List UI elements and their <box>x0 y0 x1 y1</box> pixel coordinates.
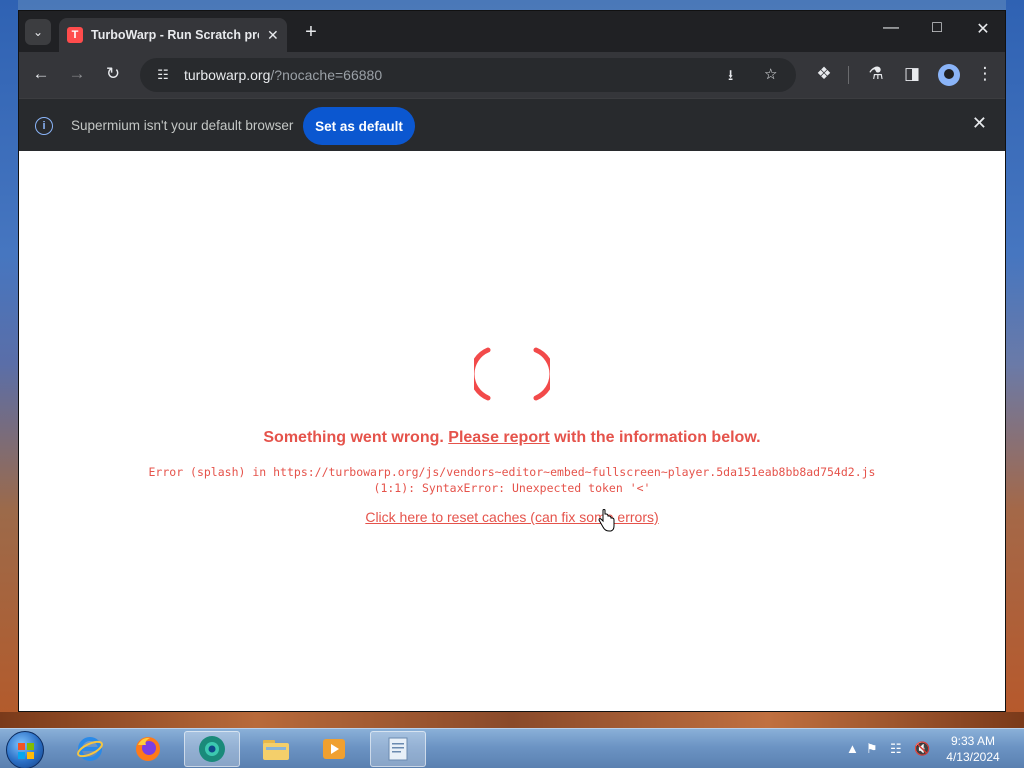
taskbar-media-player[interactable] <box>306 731 362 767</box>
menu-kebab-icon[interactable]: ⋮ <box>973 64 997 84</box>
tab-title: TurboWarp - Run Scratch proje <box>91 28 259 42</box>
taskbar-firefox[interactable] <box>120 731 176 767</box>
error-detail-line-1: Error (splash) in https://turbowarp.org/… <box>148 465 876 479</box>
taskbar-internet-explorer[interactable] <box>62 731 118 767</box>
new-tab-button[interactable]: + <box>301 21 321 44</box>
supermium-icon <box>199 736 225 762</box>
taskbar-notepad[interactable] <box>370 731 426 767</box>
url-host: turbowarp.org <box>184 67 271 83</box>
windows-logo-icon <box>18 743 34 759</box>
firefox-icon <box>136 737 160 761</box>
browser-toolbar: ← → ↻ ☷ turbowarp.org/?nocache=66880 ⭳ ☆… <box>19 52 1005 98</box>
folder-icon <box>263 740 289 760</box>
set-as-default-button[interactable]: Set as default <box>303 107 415 145</box>
back-button[interactable]: ← <box>29 64 53 84</box>
toolbar-divider <box>848 66 849 84</box>
url-text[interactable]: turbowarp.org/?nocache=66880 <box>184 67 382 83</box>
network-icon[interactable]: ☷ <box>890 741 902 757</box>
maximize-button[interactable]: □ <box>922 19 952 37</box>
reload-button[interactable]: ↻ <box>101 64 125 84</box>
clock-date: 4/13/2024 <box>946 750 1000 764</box>
tab-strip: ⌄ T TurboWarp - Run Scratch proje ✕ + — … <box>19 11 1005 52</box>
infobar-close-icon[interactable]: ✕ <box>972 113 987 134</box>
taskbar-supermium[interactable] <box>184 731 240 767</box>
error-heading-prefix: Something went wrong. <box>263 429 449 446</box>
loading-spinner-icon <box>474 347 550 401</box>
error-heading: Something went wrong. Please report with… <box>19 429 1005 447</box>
minimize-button[interactable]: — <box>876 19 906 37</box>
browser-window: ⌄ T TurboWarp - Run Scratch proje ✕ + — … <box>18 10 1006 712</box>
action-center-flag-icon[interactable]: ⚑ <box>866 741 878 757</box>
side-panel-icon[interactable]: ◨ <box>900 64 924 84</box>
forward-button[interactable]: → <box>65 64 89 84</box>
error-detail: Error (splash) in https://turbowarp.org/… <box>19 464 1005 496</box>
info-icon: i <box>35 117 53 135</box>
profile-avatar[interactable] <box>938 64 960 86</box>
infobar-message: Supermium isn't your default browser <box>71 118 294 133</box>
notepad-icon <box>388 737 408 761</box>
volume-muted-icon[interactable]: 🔇 <box>914 741 930 757</box>
site-info-icon[interactable]: ☷ <box>152 67 174 83</box>
install-app-icon[interactable]: ⭳ <box>728 65 733 90</box>
hand-cursor-icon <box>598 509 615 532</box>
turbowarp-icon: T <box>67 27 83 43</box>
clock-time: 9:33 AM <box>950 734 996 748</box>
bookmark-star-icon[interactable]: ☆ <box>764 65 777 83</box>
media-player-icon <box>323 739 345 759</box>
error-heading-suffix: with the information below. <box>549 429 761 446</box>
please-report-link[interactable]: Please report <box>448 429 549 446</box>
extensions-icon[interactable]: ❖ <box>812 64 836 84</box>
chevron-down-icon: ⌄ <box>32 25 44 39</box>
desktop-wallpaper-left <box>0 0 18 728</box>
close-window-button[interactable]: ✕ <box>968 19 998 39</box>
page-content: Something went wrong. Please report with… <box>19 151 1005 711</box>
taskbar: ▲ ⚑ ☷ 🔇 9:33 AM 4/13/2024 <box>0 728 1024 768</box>
tab-turbowarp[interactable]: T TurboWarp - Run Scratch proje ✕ <box>59 18 287 52</box>
labs-flask-icon[interactable]: ⚗ <box>864 64 888 84</box>
error-detail-line-2: (1:1): SyntaxError: Unexpected token '<' <box>373 481 651 495</box>
start-button[interactable] <box>6 731 44 768</box>
close-tab-icon[interactable]: ✕ <box>267 27 279 44</box>
desktop-wallpaper-bottom <box>0 712 1024 728</box>
default-browser-infobar: i Supermium isn't your default browser S… <box>19 98 1005 151</box>
internet-explorer-icon <box>77 737 103 761</box>
taskbar-file-explorer[interactable] <box>248 731 304 767</box>
taskbar-clock[interactable]: 9:33 AM 4/13/2024 <box>938 733 1008 765</box>
reset-caches-link[interactable]: Click here to reset caches (can fix some… <box>19 509 1005 525</box>
url-path: /?nocache=66880 <box>270 67 383 83</box>
show-hidden-icons-icon[interactable]: ▲ <box>846 741 859 756</box>
tab-search-button[interactable]: ⌄ <box>25 19 51 45</box>
desktop-wallpaper-right <box>1006 0 1024 728</box>
address-bar[interactable]: ☷ turbowarp.org/?nocache=66880 ⭳ ☆ <box>140 58 796 92</box>
